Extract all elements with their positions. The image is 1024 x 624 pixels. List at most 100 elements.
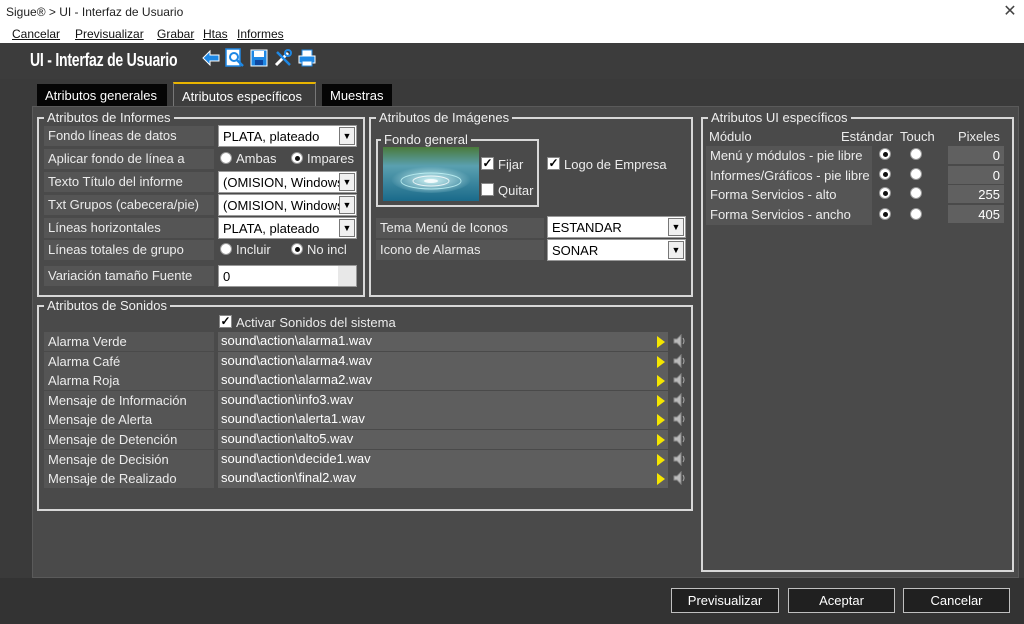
informes-legend: Atributos de Informes xyxy=(44,110,174,125)
ui-row-estandar-radio[interactable] xyxy=(879,187,891,199)
radio-no-incl[interactable] xyxy=(291,243,303,255)
print-icon[interactable] xyxy=(297,48,317,68)
background-image-thumbnail[interactable] xyxy=(383,147,479,201)
texto-titulo-value: (OMISION, Windows) xyxy=(223,175,348,190)
tab-muestras[interactable]: Muestras xyxy=(322,84,392,106)
radio-impares[interactable] xyxy=(291,152,303,164)
play-icon[interactable] xyxy=(657,336,665,348)
menu-item-informes[interactable]: Informes xyxy=(237,27,284,41)
chevron-down-icon[interactable]: ▼ xyxy=(339,127,355,145)
chevron-down-icon[interactable]: ▼ xyxy=(339,196,355,214)
sound-file-field[interactable]: sound\action\final2.wav xyxy=(218,469,668,489)
sound-file-field[interactable]: sound\action\alerta1.wav xyxy=(218,410,668,430)
radio-impares-label: Impares xyxy=(307,151,354,166)
touch-header: Touch xyxy=(900,129,935,144)
ui-row-pixels[interactable]: 0 xyxy=(948,166,1004,184)
txt-grupos-select[interactable]: (OMISION, Windows) ▼ xyxy=(218,194,357,216)
ui-row-pixels[interactable]: 0 xyxy=(948,146,1004,164)
menu-item-previsualizar[interactable]: Previsualizar xyxy=(75,27,144,41)
radio-incluir-label: Incluir xyxy=(236,242,271,257)
ui-row-touch-radio[interactable] xyxy=(910,168,922,180)
sound-row-label: Mensaje de Detención xyxy=(44,430,214,449)
ui-row-pixels[interactable]: 255 xyxy=(948,185,1004,203)
play-icon[interactable] xyxy=(657,355,665,368)
speaker-icon[interactable] xyxy=(673,471,685,486)
sound-file-field[interactable]: sound\action\info3.wav xyxy=(218,390,668,410)
play-icon[interactable] xyxy=(657,453,665,466)
close-icon[interactable]: ✕ xyxy=(1000,2,1020,22)
quitar-label: Quitar xyxy=(498,183,534,198)
ui-row-touch-radio[interactable] xyxy=(910,208,922,220)
ui-row-touch-radio[interactable] xyxy=(910,148,922,160)
sound-file-field[interactable]: sound\action\alto5.wav xyxy=(218,430,668,449)
chevron-down-icon[interactable]: ▼ xyxy=(339,173,355,191)
quitar-checkbox[interactable] xyxy=(481,183,494,196)
speaker-icon[interactable] xyxy=(673,392,685,407)
sound-file-field[interactable]: sound\action\alarma2.wav xyxy=(218,371,668,391)
sonidos-legend: Atributos de Sonidos xyxy=(44,298,170,313)
ui-row-estandar-radio[interactable] xyxy=(879,208,891,220)
fondo-lineas-select[interactable]: PLATA, plateado ▼ xyxy=(218,125,357,147)
spinner-area[interactable] xyxy=(338,266,356,286)
sound-file-field[interactable]: sound\action\alarma4.wav xyxy=(218,351,668,371)
back-arrow-icon[interactable] xyxy=(201,48,221,68)
variacion-fuente-input[interactable]: 0 xyxy=(218,265,357,287)
save-disk-icon[interactable] xyxy=(249,48,269,68)
play-icon[interactable] xyxy=(657,473,665,486)
chevron-down-icon[interactable]: ▼ xyxy=(668,241,684,259)
chevron-down-icon[interactable]: ▼ xyxy=(339,219,355,237)
sound-row-label: Mensaje de Información xyxy=(44,390,214,410)
txt-grupos-label: Txt Grupos (cabecera/pie) xyxy=(44,195,214,215)
logo-empresa-label: Logo de Empresa xyxy=(564,157,667,172)
tab-atributos-generales[interactable]: Atributos generales xyxy=(37,84,167,106)
lineas-horizontales-label: Líneas horizontales xyxy=(44,218,214,238)
play-icon[interactable] xyxy=(657,394,665,407)
menu-item-grabar[interactable]: Grabar xyxy=(157,27,194,41)
logo-empresa-checkbox[interactable]: ✓ xyxy=(547,157,560,170)
play-icon[interactable] xyxy=(657,375,665,388)
fondo-lineas-value: PLATA, plateado xyxy=(223,129,320,144)
tema-menu-select[interactable]: ESTANDAR ▼ xyxy=(547,216,686,238)
page-title: UI - Interfaz de Usuario xyxy=(30,50,178,70)
ui-row-label: Forma Servicios - ancho xyxy=(706,205,872,225)
fijar-label: Fijar xyxy=(498,157,524,172)
radio-incluir[interactable] xyxy=(220,243,232,255)
speaker-icon[interactable] xyxy=(673,334,685,348)
speaker-icon[interactable] xyxy=(673,451,685,466)
ui-row-estandar-radio[interactable] xyxy=(879,148,891,160)
play-icon[interactable] xyxy=(657,434,665,446)
zoom-preview-icon[interactable] xyxy=(225,48,245,68)
texto-titulo-select[interactable]: (OMISION, Windows) ▼ xyxy=(218,171,357,193)
sound-file-field[interactable]: sound\action\alarma1.wav xyxy=(218,332,668,351)
speaker-icon[interactable] xyxy=(673,412,685,427)
activar-sonidos-label: Activar Sonidos del sistema xyxy=(236,315,396,330)
fijar-checkbox[interactable]: ✓ xyxy=(481,157,494,170)
ui-row-label: Forma Servicios - alto xyxy=(706,185,872,205)
speaker-icon[interactable] xyxy=(673,373,685,388)
icono-alarmas-value: SONAR xyxy=(552,243,599,258)
chevron-down-icon[interactable]: ▼ xyxy=(668,218,684,236)
activar-sonidos-checkbox[interactable]: ✓ xyxy=(219,315,232,328)
cancelar-button[interactable]: Cancelar xyxy=(903,588,1010,613)
sound-row-label: Alarma Roja xyxy=(44,371,214,391)
tools-icon[interactable] xyxy=(273,48,293,68)
speaker-icon[interactable] xyxy=(673,353,685,368)
menu-item-cancelar[interactable]: Cancelar xyxy=(12,27,60,41)
speaker-icon[interactable] xyxy=(673,432,685,446)
icono-alarmas-select[interactable]: SONAR ▼ xyxy=(547,239,686,261)
previsualizar-button[interactable]: Previsualizar xyxy=(671,588,779,613)
play-icon[interactable] xyxy=(657,414,665,427)
sound-file-field[interactable]: sound\action\decide1.wav xyxy=(218,449,668,469)
ui-row-touch-radio[interactable] xyxy=(910,187,922,199)
fondo-general-legend: Fondo general xyxy=(381,132,471,147)
aceptar-button[interactable]: Aceptar xyxy=(788,588,895,613)
ui-row-estandar-radio[interactable] xyxy=(879,168,891,180)
tema-menu-label: Tema Menú de Iconos xyxy=(376,218,544,238)
lineas-horizontales-select[interactable]: PLATA, plateado ▼ xyxy=(218,217,357,239)
sound-row-label: Mensaje de Alerta xyxy=(44,410,214,430)
radio-ambas[interactable] xyxy=(220,152,232,164)
ui-row-pixels[interactable]: 405 xyxy=(948,205,1004,223)
menu-item-htas[interactable]: Htas xyxy=(203,27,228,41)
title-bar: Sigue® > UI - Interfaz de Usuario ✕ xyxy=(0,0,1024,24)
tab-atributos-especificos[interactable]: Atributos específicos xyxy=(173,82,316,107)
